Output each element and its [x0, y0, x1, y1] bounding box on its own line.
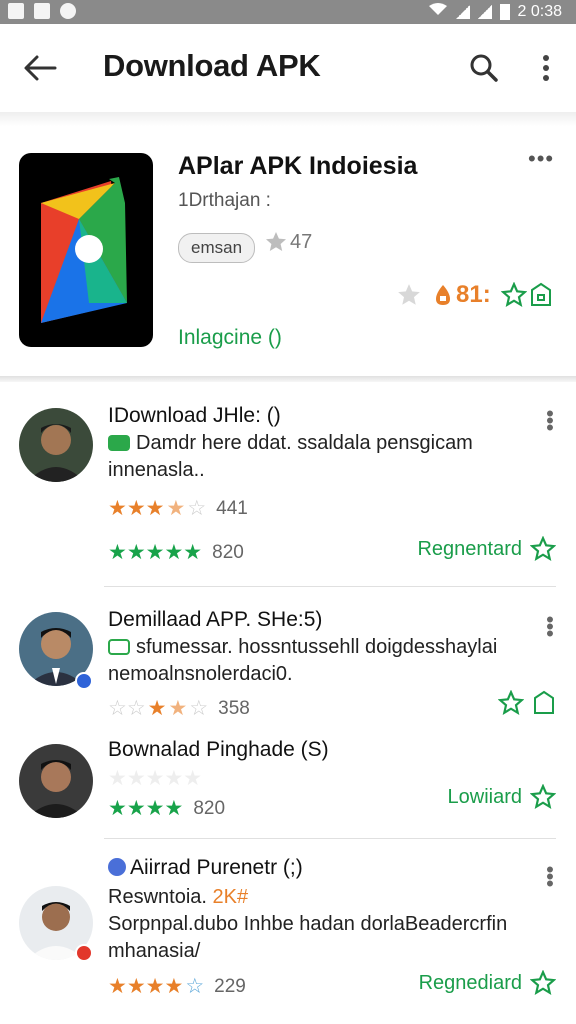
app-card[interactable]: APlar APK Indoiesia ••• 1Drthajan : emsa…: [0, 126, 576, 376]
image-notification-icon: [8, 3, 24, 19]
outline-star-icon: [498, 690, 524, 715]
review-title: Demillaad APP. SHe:5): [108, 608, 323, 631]
signal-icon-2: [477, 4, 492, 19]
page-title: Download APK: [103, 48, 321, 83]
fire-icon: [436, 285, 450, 305]
avatar: [19, 408, 93, 482]
app-developer: 1Drthajan :: [178, 190, 271, 211]
review-more-button[interactable]: • • •: [541, 609, 559, 645]
verified-icon: [108, 858, 126, 876]
review-text: Damdr here ddat. ssaldala pensgicam inne…: [108, 432, 473, 481]
review-item[interactable]: Aiirrad Purenetr (;) • • • Reswntoia. 2K# …: [0, 848, 576, 1024]
outline-star-icon: [500, 282, 527, 307]
review-item[interactable]: Demillaad APP. SHe:5) • • • sfumessar. hos…: [0, 590, 576, 730]
review-item[interactable]: Bownalad Pinghade (S) ★★★★★ ★★★★ 820 Low…: [0, 730, 576, 840]
app-bar: Download APK: [0, 24, 576, 112]
review-text: sfumessar. hossntussehll doigdesshaylai …: [108, 636, 498, 685]
rating-count: 820: [193, 797, 226, 819]
review-title: IDownload JHle: (): [108, 404, 281, 427]
app-name: APlar APK Indoiesia: [178, 152, 418, 180]
star-icon: [266, 232, 286, 251]
notification-icons: [8, 3, 76, 19]
rating-stars: ★★★ ★ ☆ 441: [108, 497, 248, 520]
search-icon: [470, 54, 498, 82]
outline-star-icon: [530, 784, 556, 809]
tag-icon: [108, 639, 130, 655]
status-bar: 2 0:38: [0, 0, 576, 24]
tag-icon: [108, 435, 130, 451]
review-divider: [104, 838, 556, 839]
review-action-button[interactable]: Lowiiard: [448, 784, 556, 810]
rating-count: 441: [216, 497, 248, 519]
favorite-buttons[interactable]: [498, 690, 556, 716]
outline-star-icon: [530, 970, 556, 995]
app-score: 81:: [456, 281, 491, 308]
rating-count: 358: [218, 697, 250, 719]
app-rating-value: 47: [290, 230, 313, 253]
avatar: [19, 744, 93, 818]
back-button[interactable]: [18, 46, 62, 90]
appbar-shadow: [0, 112, 576, 126]
favorite-buttons[interactable]: [500, 282, 553, 308]
signal-icon: [455, 4, 470, 19]
gallery-notification-icon: [34, 3, 50, 19]
review-more-button[interactable]: • • •: [541, 403, 559, 439]
outline-star-icon: [530, 536, 556, 561]
category-chip[interactable]: emsan: [178, 233, 256, 263]
overflow-menu-button[interactable]: [526, 46, 566, 90]
section-divider: [0, 376, 576, 382]
bookmark-icon: [534, 690, 554, 714]
more-vert-icon: [543, 55, 549, 81]
app-score-row: 81:: [396, 281, 553, 309]
review-action-button[interactable]: Regnediard: [419, 970, 556, 996]
bookmark-icon: [530, 282, 551, 306]
app-logo-icon: [19, 153, 153, 347]
location-notification-icon: [60, 3, 76, 19]
app-link[interactable]: Inlagcine (): [178, 326, 282, 350]
review-divider: [104, 586, 556, 587]
rating-stars: ★★★★ ☆ 229: [108, 975, 246, 998]
back-arrow-icon: [24, 55, 57, 81]
rating-stars-placeholder: ★★★★★: [108, 767, 203, 790]
review-action-button[interactable]: Regnentard: [417, 536, 556, 562]
badge-icon: [75, 944, 93, 962]
rating-stars-secondary: ★★★★★ 820: [108, 541, 244, 564]
rating-count-secondary: 820: [212, 541, 244, 563]
rating-stars: ★★★★ 820: [108, 797, 226, 820]
battery-icon: [499, 3, 510, 20]
review-item[interactable]: IDownload JHle: () • • • Damdr here ddat. …: [0, 392, 576, 587]
app-rating-small: 47: [264, 230, 312, 254]
verified-badge-icon: [75, 672, 93, 690]
clock: 2 0:38: [517, 2, 562, 20]
review-text: Sorpnpal.dubo Inhbe hadan dorlaBeadercrf…: [108, 913, 508, 962]
grey-star-icon: [398, 284, 420, 305]
review-more-button[interactable]: • • •: [541, 859, 559, 895]
rating-stars: ☆☆ ★ ★ ☆ 358: [108, 697, 250, 720]
rating-count: 229: [214, 975, 246, 997]
review-title: Bownalad Pinghade (S): [108, 738, 329, 761]
search-button[interactable]: [462, 46, 506, 90]
app-card-more-icon[interactable]: •••: [528, 146, 554, 172]
review-subtitle: Reswntoia. 2K#: [108, 886, 249, 908]
review-title: Aiirrad Purenetr (;): [108, 856, 303, 880]
wifi-icon: [428, 2, 448, 21]
